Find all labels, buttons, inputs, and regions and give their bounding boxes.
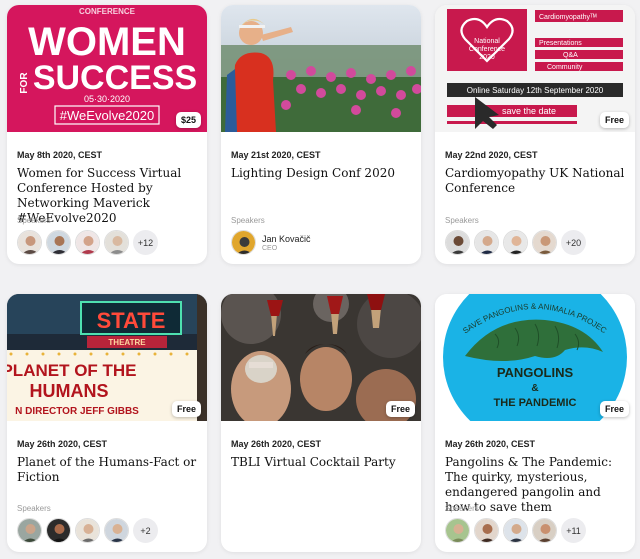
heart-text-3: 2020 (479, 54, 495, 61)
brand-text: Cardiomyopathyᵀᴹ (539, 14, 597, 21)
event-date: May 21st 2020, CEST (231, 150, 321, 160)
event-date: May 26th 2020, CEST (445, 439, 536, 449)
banner-for-text: FOR (19, 72, 30, 94)
speakers-label: Speakers (17, 216, 51, 225)
speaker-avatar[interactable] (503, 518, 528, 543)
marquee-line-2: HUMANS (30, 381, 109, 401)
event-card[interactable]: May 21st 2020, CEST Lighting Design Conf… (221, 5, 421, 264)
marquee-line-3: N DIRECTOR JEFF GIBBS (15, 406, 139, 417)
speakers-label: Speakers (445, 504, 479, 513)
banner-success-text: SUCCESS (33, 59, 197, 97)
speaker-avatar[interactable] (46, 518, 71, 543)
speaker-avatars: +11 (445, 518, 586, 543)
marquee-sign-text: STATE (97, 308, 166, 333)
speaker-avatar[interactable] (474, 230, 499, 255)
speaker-avatar[interactable] (231, 230, 256, 255)
speaker-avatars: +12 (17, 230, 158, 255)
more-speakers-count[interactable]: +11 (561, 518, 586, 543)
event-banner-image[interactable]: SAVE PANGOLINS & ANIMALIA PROJECT PANGOL… (435, 294, 635, 421)
marquee-line-1: PLANET OF THE (7, 361, 137, 380)
speaker-avatar[interactable] (104, 230, 129, 255)
more-speakers-count[interactable]: +2 (133, 518, 158, 543)
price-badge: Free (599, 401, 629, 417)
speakers-label: Speakers (445, 216, 479, 225)
event-date: May 26th 2020, CEST (17, 439, 108, 449)
online-date-text: Online Saturday 12th September 2020 (467, 86, 604, 95)
speaker-name[interactable]: Jan Kovačič (262, 234, 311, 244)
event-date: May 8th 2020, CEST (17, 150, 103, 160)
speaker-avatar[interactable] (503, 230, 528, 255)
banner-hashtag-text: #WeEvolve2020 (60, 108, 154, 123)
speaker-role: CEO (262, 244, 278, 252)
banner-line-2: & (531, 383, 538, 394)
speaker-avatar[interactable] (17, 230, 42, 255)
speaker-avatar[interactable] (532, 518, 557, 543)
menu-qa: Q&A (563, 52, 578, 59)
event-banner-image[interactable]: Free (221, 294, 421, 421)
speaker-avatar[interactable] (532, 230, 557, 255)
event-card[interactable]: SAVE PANGOLINS & ANIMALIA PROJECT PANGOL… (435, 294, 635, 552)
speakers-label: Speakers (231, 216, 265, 225)
price-badge: $25 (175, 112, 201, 128)
save-the-date-text: save the date (502, 106, 556, 116)
lighting-design-photo (221, 5, 421, 132)
menu-presentations: Presentations (539, 40, 582, 47)
event-banner-image[interactable]: National Conference 2020 Cardiomyopathyᵀ… (435, 5, 635, 132)
speaker-info: Jan Kovačič CEO (262, 234, 311, 252)
event-card[interactable]: National Conference 2020 Cardiomyopathyᵀ… (435, 5, 635, 264)
event-banner-image[interactable] (221, 5, 421, 132)
event-title[interactable]: TBLI Virtual Cocktail Party (231, 455, 411, 470)
menu-community: Community (547, 64, 583, 71)
event-title[interactable]: Lighting Design Conf 2020 (231, 166, 411, 181)
speaker-avatar[interactable] (17, 518, 42, 543)
speaker-avatars: +2 (17, 518, 158, 543)
event-title[interactable]: Cardiomyopathy UK National Conference (445, 166, 625, 196)
event-date: May 22nd 2020, CEST (445, 150, 538, 160)
event-card[interactable]: STATE THEATRE PLANET OF THE HUMANS N DIR… (7, 294, 207, 552)
marquee-theatre-text: THEATRE (108, 338, 146, 347)
banner-top-text: CONFERENCE (79, 7, 136, 16)
speakers-label: Speakers (17, 504, 51, 513)
event-date: May 26th 2020, CEST (231, 439, 322, 449)
banner-line-3: THE PANDEMIC (494, 397, 577, 409)
speaker-avatar[interactable] (75, 230, 100, 255)
speaker-avatar[interactable] (104, 518, 129, 543)
event-card[interactable]: CONFERENCE WOMEN FOR SUCCESS 05·30·2020 … (7, 5, 207, 264)
banner-women-text: WOMEN (28, 20, 186, 64)
speaker-avatar[interactable] (46, 230, 71, 255)
speaker-avatar[interactable] (75, 518, 100, 543)
speaker-avatar[interactable] (474, 518, 499, 543)
more-speakers-count[interactable]: +12 (133, 230, 158, 255)
price-badge: Free (599, 112, 629, 128)
banner-line-1: PANGOLINS (497, 365, 574, 380)
event-banner-image[interactable]: STATE THEATRE PLANET OF THE HUMANS N DIR… (7, 294, 207, 421)
event-title[interactable]: Planet of the Humans-Fact or Fiction (17, 455, 197, 485)
heart-text-1: National (474, 38, 500, 45)
speaker-list: Jan Kovačič CEO (231, 230, 311, 255)
banner-date-text: 05·30·2020 (84, 94, 130, 104)
price-badge: Free (171, 401, 201, 417)
more-speakers-count[interactable]: +20 (561, 230, 586, 255)
event-card[interactable]: Free May 26th 2020, CEST TBLI Virtual Co… (221, 294, 421, 552)
speaker-avatars: +20 (445, 230, 586, 255)
speaker-avatar[interactable] (445, 230, 470, 255)
event-banner-image[interactable]: CONFERENCE WOMEN FOR SUCCESS 05·30·2020 … (7, 5, 207, 132)
speaker-avatar[interactable] (445, 518, 470, 543)
heart-text-2: Conference (469, 46, 505, 53)
price-badge: Free (385, 401, 415, 417)
